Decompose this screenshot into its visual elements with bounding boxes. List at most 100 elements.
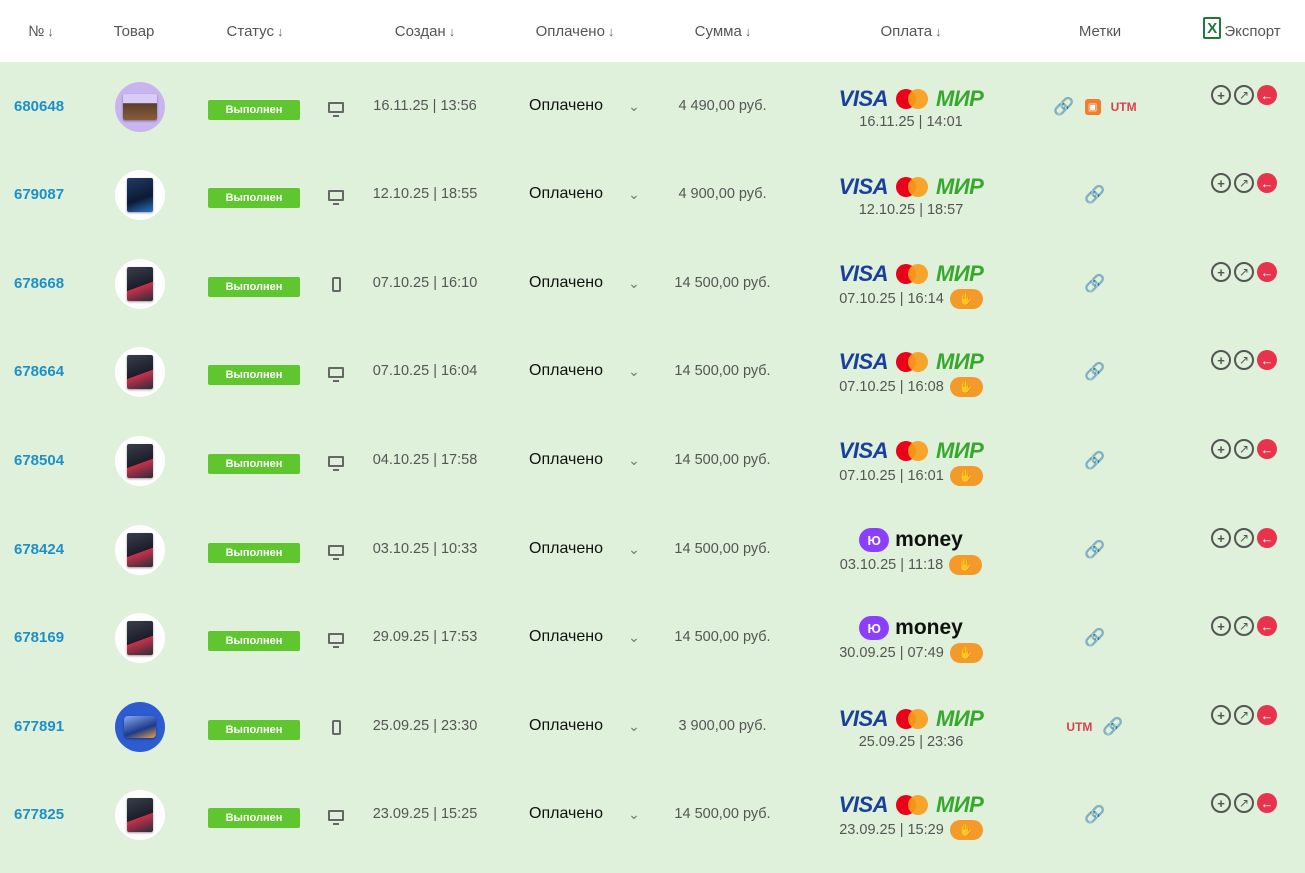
product-thumbnail[interactable] <box>115 436 165 486</box>
order-number-link[interactable]: 678169 <box>14 593 64 681</box>
created-date: 07.10.25 | 16:10 <box>372 275 478 291</box>
hand-icon: ✋ <box>949 643 983 663</box>
edit-icon[interactable]: ↗ <box>1234 528 1254 548</box>
table-row: 678424 Выполнен 03.10.25 | 10:33 Оплачен… <box>0 505 1305 593</box>
chevron-down-icon[interactable]: ⌄ <box>624 184 644 204</box>
order-number-link[interactable]: 680648 <box>14 62 64 150</box>
edit-icon[interactable]: ↗ <box>1234 705 1254 725</box>
paid-status: Оплачено <box>529 362 603 379</box>
edit-icon[interactable]: ↗ <box>1234 350 1254 370</box>
sort-arrow-icon: ↓ <box>448 23 456 39</box>
desktop-icon <box>324 96 348 118</box>
chevron-down-icon[interactable]: ⌄ <box>624 273 644 293</box>
link-icon[interactable]: 🔗 <box>1084 628 1105 648</box>
link-icon[interactable]: 🔗 <box>1084 185 1105 205</box>
paid-status: Оплачено <box>529 274 603 291</box>
tags: 🔗 <box>1030 802 1160 828</box>
zoom-icon[interactable]: + <box>1211 528 1231 548</box>
product-thumbnail[interactable] <box>115 525 165 575</box>
zoom-icon[interactable]: + <box>1211 350 1231 370</box>
link-icon[interactable]: 🔗 <box>1084 540 1105 560</box>
edit-icon[interactable]: ↗ <box>1234 85 1254 105</box>
back-arrow-icon[interactable]: ← <box>1257 793 1277 813</box>
col-tags: Метки <box>1064 0 1136 62</box>
order-number-link[interactable]: 677825 <box>14 770 64 858</box>
product-thumbnail[interactable] <box>115 613 165 663</box>
table-row: 678504 Выполнен 04.10.25 | 17:58 Оплачен… <box>0 416 1305 504</box>
zoom-icon[interactable]: + <box>1211 262 1231 282</box>
back-arrow-icon[interactable]: ← <box>1257 616 1277 636</box>
col-sum[interactable]: Сумма ↓ <box>680 0 766 62</box>
payment-date: 07.10.25 | 16:01 <box>839 468 944 484</box>
visa-logo: VISA <box>838 261 889 286</box>
chevron-down-icon[interactable]: ⌄ <box>624 361 644 381</box>
hand-icon: ✋ <box>949 377 983 397</box>
edit-icon[interactable]: ↗ <box>1234 262 1254 282</box>
order-number-link[interactable]: 679087 <box>14 150 64 238</box>
chevron-down-icon[interactable]: ⌄ <box>624 539 644 559</box>
edit-icon[interactable]: ↗ <box>1234 173 1254 193</box>
status-badge: Выполнен <box>208 631 300 651</box>
product-cover-image <box>127 621 153 655</box>
payment-info: VISA МИР 23.09.25 | 15:29 ✋ <box>800 786 1022 846</box>
back-arrow-icon[interactable]: ← <box>1257 262 1277 282</box>
col-paid[interactable]: Оплачено ↓ <box>525 0 625 62</box>
link-icon[interactable]: 🔗 <box>1084 274 1105 294</box>
order-number-link[interactable]: 678504 <box>14 416 64 504</box>
status-badge: Выполнен <box>208 277 300 297</box>
zoom-icon[interactable]: + <box>1211 793 1231 813</box>
back-arrow-icon[interactable]: ← <box>1257 439 1277 459</box>
edit-icon[interactable]: ↗ <box>1234 616 1254 636</box>
chevron-down-icon[interactable]: ⌄ <box>624 716 644 736</box>
order-number-link[interactable]: 677891 <box>14 682 64 770</box>
zoom-icon[interactable]: + <box>1211 439 1231 459</box>
calendar-icon[interactable]: ▣ <box>1084 99 1101 115</box>
product-cover-image <box>123 94 157 120</box>
hand-icon: ✋ <box>949 555 983 575</box>
order-number-link[interactable]: 678664 <box>14 327 64 415</box>
col-payment[interactable]: Оплата ↓ <box>866 0 956 62</box>
back-arrow-icon[interactable]: ← <box>1257 705 1277 725</box>
col-status[interactable]: Статус ↓ <box>212 0 298 62</box>
row-actions: + ↗ ← <box>1203 347 1285 373</box>
order-number-link[interactable]: 678424 <box>14 505 64 593</box>
paid-status: Оплачено <box>529 185 603 202</box>
edit-icon[interactable]: ↗ <box>1234 793 1254 813</box>
col-number[interactable]: № ↓ <box>16 0 66 62</box>
zoom-icon[interactable]: + <box>1211 616 1231 636</box>
chevron-down-icon[interactable]: ⌄ <box>624 450 644 470</box>
link-icon[interactable]: 🔗 <box>1102 717 1123 737</box>
edit-icon[interactable]: ↗ <box>1234 439 1254 459</box>
link-icon[interactable]: 🔗 <box>1084 805 1105 825</box>
product-thumbnail[interactable] <box>115 82 165 132</box>
paid-status: Оплачено <box>529 628 603 645</box>
zoom-icon[interactable]: + <box>1211 705 1231 725</box>
tags: 🔗 <box>1030 359 1160 385</box>
col-created[interactable]: Создан ↓ <box>380 0 470 62</box>
chevron-down-icon[interactable]: ⌄ <box>624 96 644 116</box>
link-icon[interactable]: 🔗 <box>1084 362 1105 382</box>
payment-date: 03.10.25 | 11:18 <box>839 557 944 573</box>
zoom-icon[interactable]: + <box>1211 85 1231 105</box>
zoom-icon[interactable]: + <box>1211 173 1231 193</box>
back-arrow-icon[interactable]: ← <box>1257 173 1277 193</box>
back-arrow-icon[interactable]: ← <box>1257 85 1277 105</box>
chevron-down-icon[interactable]: ⌄ <box>624 627 644 647</box>
payment-info: Ю money 30.09.25 | 07:49 ✋ <box>800 609 1022 669</box>
order-number-link[interactable]: 678668 <box>14 239 64 327</box>
utm-tag[interactable]: UTM <box>1066 720 1092 734</box>
payment-date: 16.11.25 | 14:01 <box>859 114 963 130</box>
utm-tag[interactable]: UTM <box>1111 100 1137 114</box>
product-thumbnail[interactable] <box>115 790 165 840</box>
product-thumbnail[interactable] <box>115 259 165 309</box>
row-actions: + ↗ ← <box>1203 613 1285 639</box>
product-thumbnail[interactable] <box>115 347 165 397</box>
back-arrow-icon[interactable]: ← <box>1257 528 1277 548</box>
link-icon[interactable]: 🔗 <box>1084 451 1105 471</box>
product-thumbnail[interactable] <box>115 702 165 752</box>
back-arrow-icon[interactable]: ← <box>1257 350 1277 370</box>
export-button[interactable]: X Экспорт <box>1194 0 1290 62</box>
link-icon[interactable]: 🔗 <box>1053 97 1074 117</box>
chevron-down-icon[interactable]: ⌄ <box>624 804 644 824</box>
product-thumbnail[interactable] <box>115 170 165 220</box>
